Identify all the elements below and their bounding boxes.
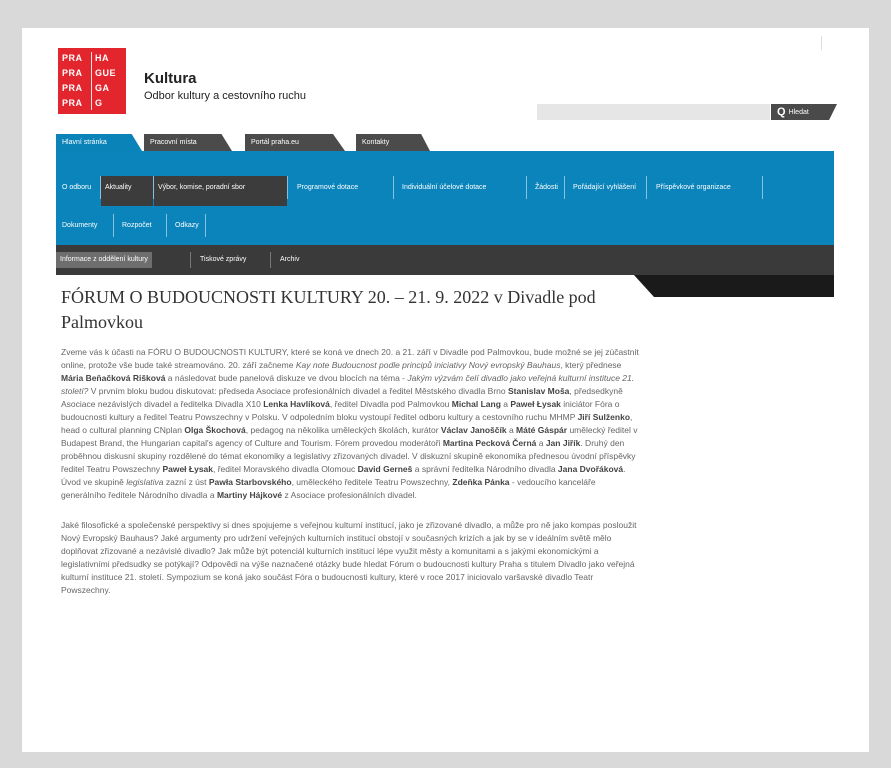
nav-item-applications[interactable]: Žádosti <box>531 176 562 199</box>
nav-separator <box>393 176 394 199</box>
tab-contacts[interactable]: Kontakty <box>356 134 430 151</box>
article-body: Zveme vás k účasti na FÓRU O BUDOUCNOSTI… <box>61 346 641 614</box>
browser-page: PRA HA PRA GUE PRA GA PRA G Kultura Odbo… <box>22 28 869 752</box>
nav-item-organizations[interactable]: Příspěvkové organizace <box>652 176 735 199</box>
nav-separator <box>113 214 114 237</box>
nav-item-individual-grants[interactable]: Individuální účelové dotace <box>398 176 490 199</box>
nav-item-documents[interactable]: Dokumenty <box>58 214 101 237</box>
article-paragraph: Zveme vás k účasti na FÓRU O BUDOUCNOSTI… <box>61 347 639 500</box>
main-navigation: O odboru Aktuality Výbor, komise, poradn… <box>56 151 834 245</box>
search-button-label: Hledat <box>788 109 809 116</box>
logo-text: GUE <box>95 68 117 78</box>
search-input[interactable] <box>537 104 770 120</box>
tab-portal[interactable]: Portál praha.eu <box>245 134 345 151</box>
site-title[interactable]: Kultura <box>144 70 197 87</box>
nav-item-budget[interactable]: Rozpočet <box>118 214 156 237</box>
nav-item-news[interactable]: Aktuality <box>101 176 153 206</box>
sub-navigation: Informace z oddělení kultury Tiskové zpr… <box>56 245 834 275</box>
nav-separator <box>564 176 565 199</box>
logo-text: G <box>95 98 103 108</box>
decorative-band <box>634 275 834 297</box>
divider <box>821 36 822 50</box>
subnav-item-press[interactable]: Tiskové zprávy <box>196 252 250 268</box>
subnav-item-department-info[interactable]: Informace z oddělení kultury <box>56 252 152 268</box>
article-title: FÓRUM O BUDOUCNOSTI KULTURY 20. – 21. 9.… <box>61 287 596 332</box>
subnav-item-archive[interactable]: Archiv <box>276 252 303 268</box>
nav-separator <box>166 214 167 237</box>
search-button[interactable]: Q Hledat <box>771 104 837 120</box>
logo-divider <box>91 52 92 110</box>
praha-logo[interactable]: PRA HA PRA GUE PRA GA PRA G <box>58 48 126 114</box>
search-icon: Q <box>777 106 786 118</box>
nav-item-about[interactable]: O odboru <box>58 176 95 199</box>
logo-text: PRA <box>62 68 83 78</box>
tab-home[interactable]: Hlavní stránka <box>56 134 142 151</box>
logo-text: PRA <box>62 83 83 93</box>
logo-text: GA <box>95 83 110 93</box>
article-paragraph: Jaké filosofické a společenské perspekti… <box>61 520 637 595</box>
nav-separator <box>526 176 527 199</box>
site-subtitle: Odbor kultury a cestovního ruchu <box>144 90 307 102</box>
nav-item-committees[interactable]: Výbor, komise, poradní sbor <box>154 176 287 206</box>
nav-separator <box>762 176 763 199</box>
nav-separator <box>190 252 191 268</box>
nav-item-program-grants[interactable]: Programové dotace <box>293 176 362 199</box>
logo-text: PRA <box>62 98 83 108</box>
logo-text: HA <box>95 53 109 63</box>
nav-separator <box>270 252 271 268</box>
nav-separator <box>205 214 206 237</box>
tab-jobs[interactable]: Pracovní místa <box>144 134 232 151</box>
nav-separator <box>287 176 288 199</box>
nav-item-announcements[interactable]: Pořádající vyhlášení <box>569 176 640 199</box>
nav-item-links[interactable]: Odkazy <box>171 214 203 237</box>
nav-separator <box>646 176 647 199</box>
logo-text: PRA <box>62 53 83 63</box>
